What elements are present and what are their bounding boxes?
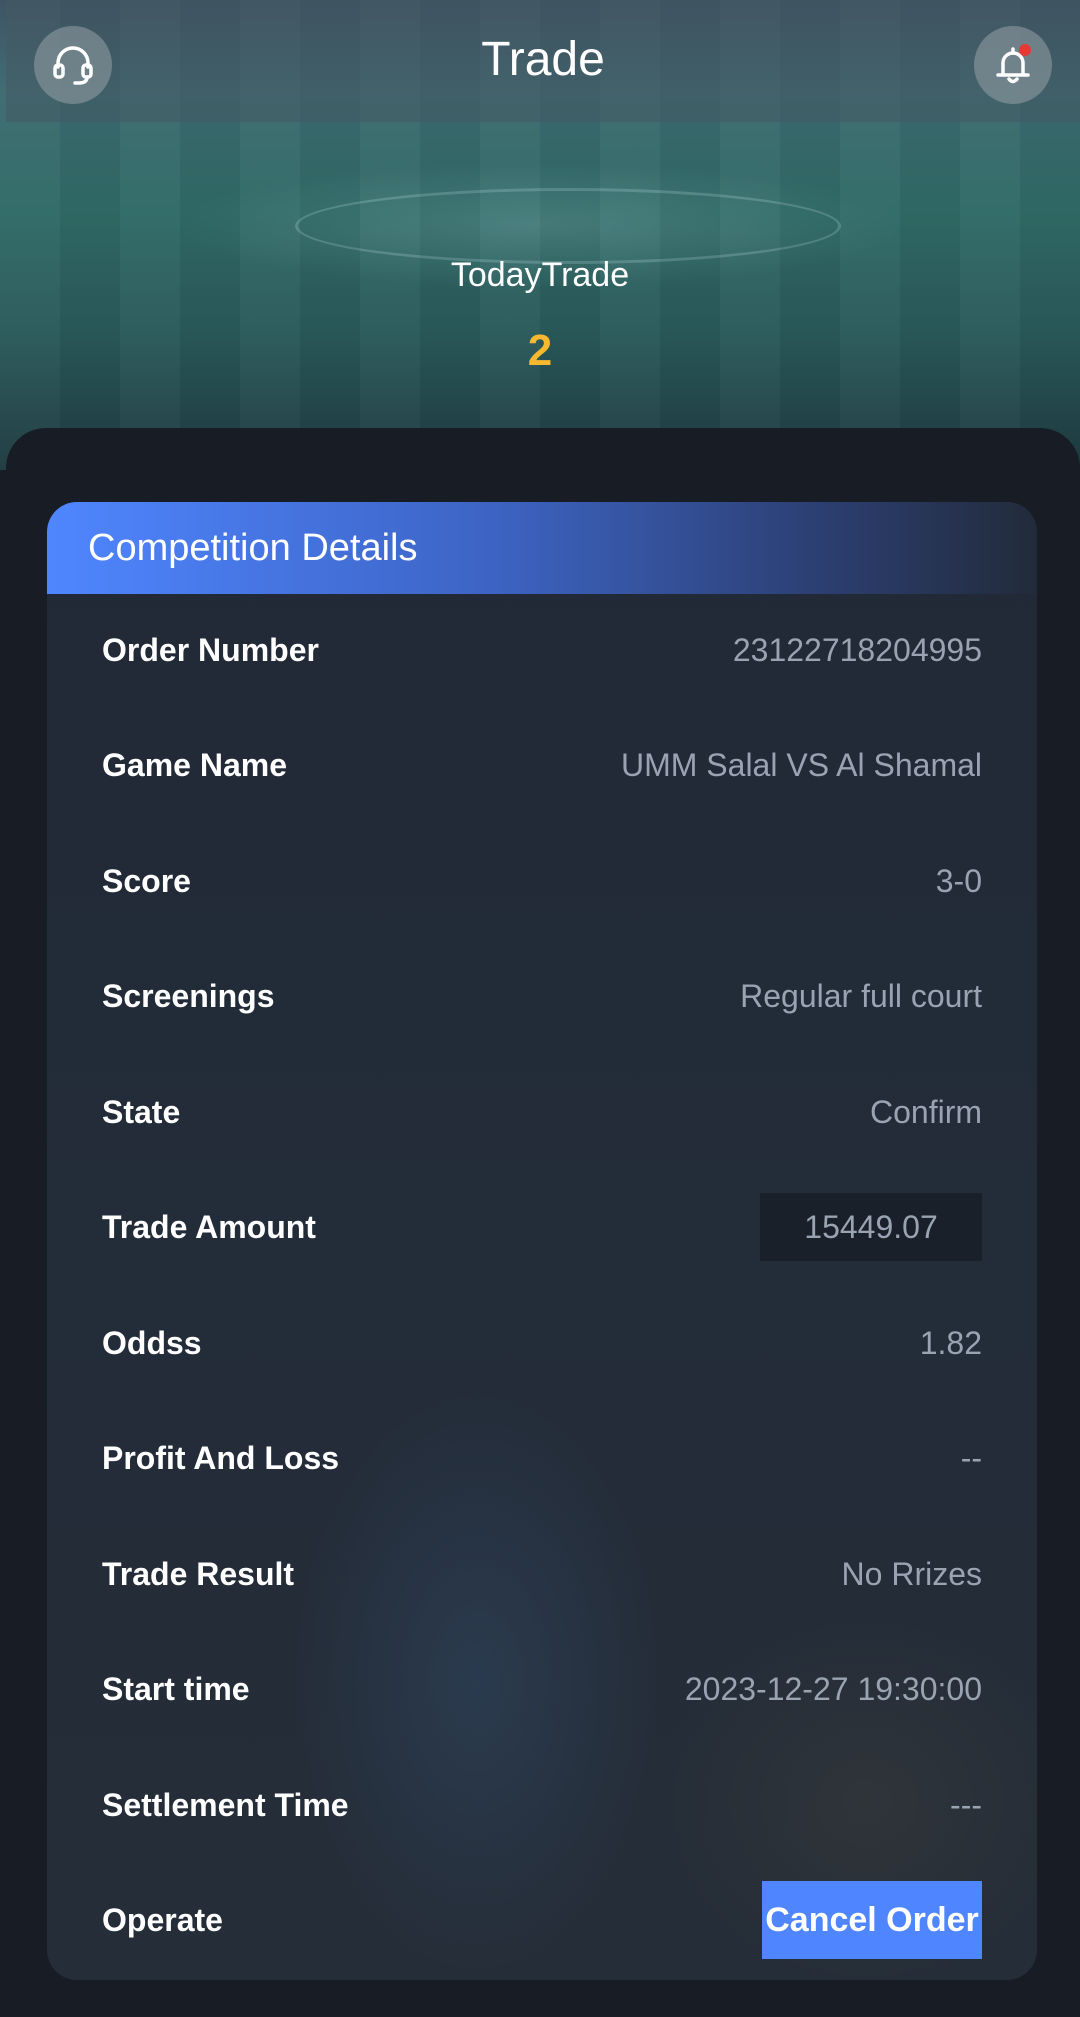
- row-label: Screenings: [102, 977, 275, 1014]
- odds-value: 1.82: [919, 1324, 982, 1361]
- row-label: Settlement Time: [102, 1786, 349, 1823]
- detail-row-state: State Confirm: [102, 1082, 982, 1142]
- detail-row-start-time: Start time 2023-12-27 19:30:00: [102, 1659, 982, 1719]
- detail-row-trade-result: Trade Result No Rrizes: [102, 1544, 982, 1604]
- row-label: Trade Result: [102, 1555, 295, 1592]
- score-value: 3-0: [935, 862, 982, 899]
- trade-page: Trade TodayTrade 2 Competition Details O…: [0, 0, 1080, 2017]
- detail-row-game-name: Game Name UMM Salal VS Al Shamal: [102, 735, 982, 795]
- screenings-value: Regular full court: [740, 977, 982, 1014]
- profit-loss-value: --: [960, 1439, 982, 1476]
- card-title: Competition Details: [88, 527, 418, 569]
- row-label: Oddss: [102, 1324, 202, 1361]
- card-header: Competition Details: [47, 502, 1037, 594]
- detail-row-profit-loss: Profit And Loss --: [102, 1428, 982, 1488]
- bell-icon: [996, 44, 1031, 84]
- today-trade-label: TodayTrade: [450, 256, 630, 294]
- start-time-value: 2023-12-27 19:30:00: [684, 1670, 982, 1707]
- settlement-time-value: ---: [950, 1786, 982, 1823]
- order-number-value: 23122718204995: [732, 631, 982, 668]
- competition-details-card: Competition Details Order Number 2312271…: [47, 502, 1037, 1980]
- today-trade-count: 2: [527, 326, 553, 375]
- detail-row-screenings: Screenings Regular full court: [102, 966, 982, 1026]
- row-label: Start time: [102, 1670, 250, 1707]
- detail-row-odds: Oddss 1.82: [102, 1313, 982, 1373]
- row-label: Operate: [102, 1901, 223, 1938]
- top-bar: Trade: [6, 0, 1080, 122]
- detail-row-operate: Operate Cancel Order: [102, 1881, 982, 1959]
- row-label: Game Name: [102, 746, 287, 783]
- trade-result-value: No Rrizes: [841, 1555, 982, 1592]
- notification-dot: [1019, 44, 1031, 56]
- game-name-value: UMM Salal VS Al Shamal: [620, 746, 982, 783]
- row-label: Order Number: [102, 631, 319, 668]
- state-value: Confirm: [869, 1093, 982, 1130]
- notifications-button[interactable]: [974, 26, 1052, 104]
- row-label: Score: [102, 862, 191, 899]
- row-label: Profit And Loss: [102, 1439, 340, 1476]
- row-label: State: [102, 1093, 181, 1130]
- detail-row-settlement-time: Settlement Time ---: [102, 1775, 982, 1835]
- row-label: Trade Amount: [102, 1208, 316, 1245]
- page-title: Trade: [481, 33, 605, 86]
- detail-row-score: Score 3-0: [102, 851, 982, 911]
- trade-amount-value: 15449.07: [760, 1193, 982, 1261]
- detail-row-trade-amount: Trade Amount 15449.07: [102, 1193, 982, 1261]
- detail-row-order-number: Order Number 23122718204995: [102, 620, 982, 680]
- cancel-order-button[interactable]: Cancel Order: [762, 1881, 982, 1959]
